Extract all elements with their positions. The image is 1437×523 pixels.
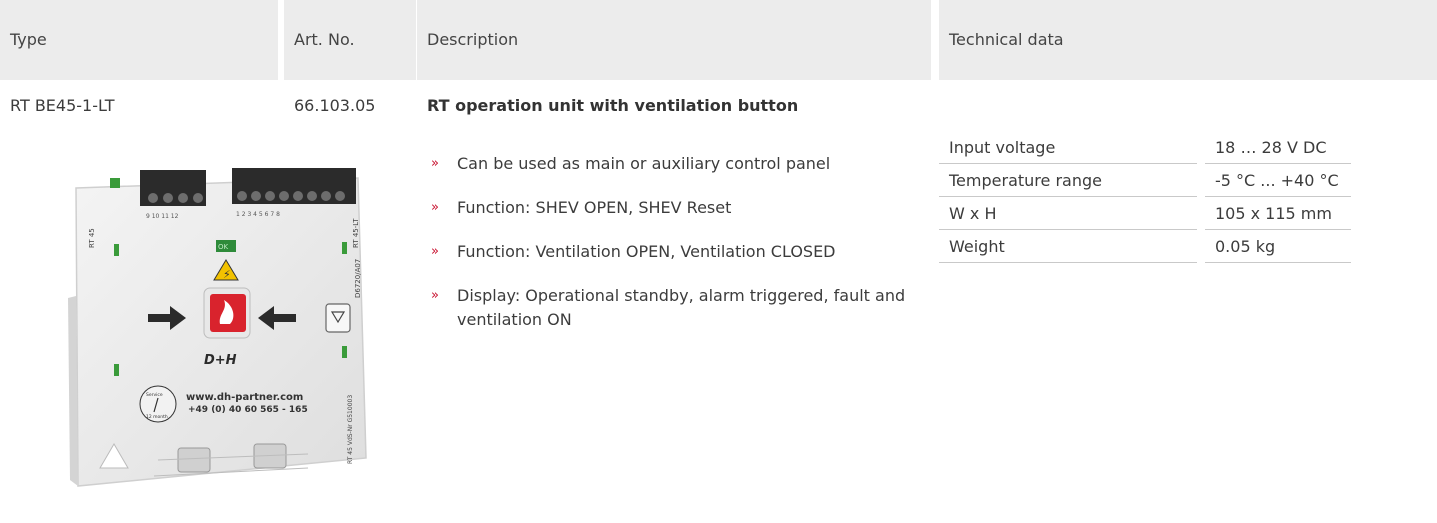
feature-list: » Can be used as main or auxiliary contro… bbox=[427, 152, 907, 352]
feature-item: » Can be used as main or auxiliary contro… bbox=[427, 152, 907, 176]
spec-label: Weight bbox=[939, 229, 1201, 263]
bullet-icon: » bbox=[431, 156, 439, 171]
phone-label: +49 (0) 40 60 565 - 165 bbox=[188, 405, 308, 415]
feature-text: Function: SHEV OPEN, SHEV Reset bbox=[457, 198, 732, 217]
svg-text:⚡: ⚡ bbox=[223, 268, 231, 281]
spec-value: 0.05 kg bbox=[1197, 229, 1351, 263]
product-image: 9 10 11 12 1 2 3 4 5 6 7 8 RT 45 RT 45-L… bbox=[68, 168, 367, 487]
spec-value: -5 °C ... +40 °C bbox=[1197, 163, 1351, 197]
bullet-icon: » bbox=[431, 244, 439, 259]
column-header-technical-data: Technical data bbox=[939, 0, 1437, 80]
terminal-numbers-right: 1 2 3 4 5 6 7 8 bbox=[236, 211, 280, 218]
spec-value: 105 x 115 mm bbox=[1197, 196, 1351, 230]
feature-item: » Function: SHEV OPEN, SHEV Reset bbox=[427, 196, 907, 220]
device-side-label: RT 45-LT bbox=[352, 218, 360, 248]
column-header-type: Type bbox=[0, 0, 278, 80]
website-label: www.dh-partner.com bbox=[186, 392, 303, 403]
spec-row: Input voltage 18 … 28 V DC bbox=[939, 131, 1351, 164]
spec-row: Weight 0.05 kg bbox=[939, 229, 1351, 263]
spec-row: W x H 105 x 115 mm bbox=[939, 196, 1351, 230]
feature-item: » Function: Ventilation OPEN, Ventilation… bbox=[427, 240, 907, 264]
green-connector bbox=[110, 178, 120, 188]
technical-data-table: Input voltage 18 … 28 V DC Temperature ra… bbox=[939, 131, 1351, 263]
spec-label: Input voltage bbox=[939, 131, 1201, 164]
ventilation-button bbox=[325, 303, 351, 333]
service-period: 12 month bbox=[146, 414, 168, 420]
feature-text: Can be used as main or auxiliary control… bbox=[457, 154, 831, 173]
device-model-label: RT 45 bbox=[88, 228, 96, 248]
terminal-numbers-left: 9 10 11 12 bbox=[146, 213, 179, 220]
feature-text: Display: Operational standby, alarm trig… bbox=[457, 286, 906, 329]
device-code-label: D6720/A07 bbox=[354, 259, 362, 298]
spec-value: 18 … 28 V DC bbox=[1197, 131, 1351, 164]
feature-item: » Display: Operational standby, alarm tri… bbox=[427, 284, 907, 332]
ok-label: OK bbox=[218, 243, 229, 251]
terminal-block-right bbox=[232, 168, 356, 204]
spec-label: W x H bbox=[939, 196, 1201, 230]
product-title: RT operation unit with ventilation butto… bbox=[427, 96, 799, 115]
column-header-art-no: Art. No. bbox=[284, 0, 416, 80]
bullet-icon: » bbox=[431, 288, 439, 303]
feature-text: Function: Ventilation OPEN, Ventilation … bbox=[457, 242, 836, 261]
vds-label: RT 45 VdS-Nr G510003 bbox=[347, 395, 354, 464]
brand-logo: D+H bbox=[204, 353, 237, 368]
terminal-block-left bbox=[140, 170, 206, 206]
article-number: 66.103.05 bbox=[294, 96, 376, 115]
column-header-description: Description bbox=[417, 0, 931, 80]
spec-row: Temperature range -5 °C ... +40 °C bbox=[939, 163, 1351, 197]
service-label: Service bbox=[146, 392, 163, 398]
product-type: RT BE45-1-LT bbox=[10, 96, 115, 115]
spec-label: Temperature range bbox=[939, 163, 1201, 197]
bullet-icon: » bbox=[431, 200, 439, 215]
